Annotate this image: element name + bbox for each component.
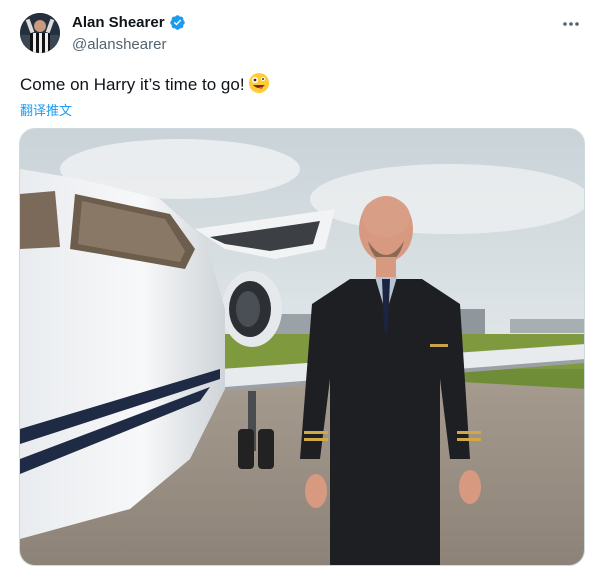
tweet-media-photo[interactable] [19, 128, 585, 566]
author-name[interactable]: Alan Shearer [72, 14, 165, 31]
more-options-icon[interactable] [559, 14, 583, 34]
author-name-row[interactable]: Alan Shearer [72, 14, 186, 31]
zany-face-emoji-icon [248, 72, 270, 94]
verified-badge-icon [169, 14, 186, 31]
translate-link[interactable]: 翻译推文 [20, 100, 72, 119]
tweet-text-row: Come on Harry it’s time to go! [20, 72, 270, 97]
author-handle[interactable]: @alanshearer [72, 36, 166, 53]
tweet-card: Alan Shearer @alanshearer Come on Harry … [0, 0, 597, 581]
avatar[interactable] [20, 13, 60, 53]
tweet-text: Come on Harry it’s time to go! [20, 75, 245, 94]
